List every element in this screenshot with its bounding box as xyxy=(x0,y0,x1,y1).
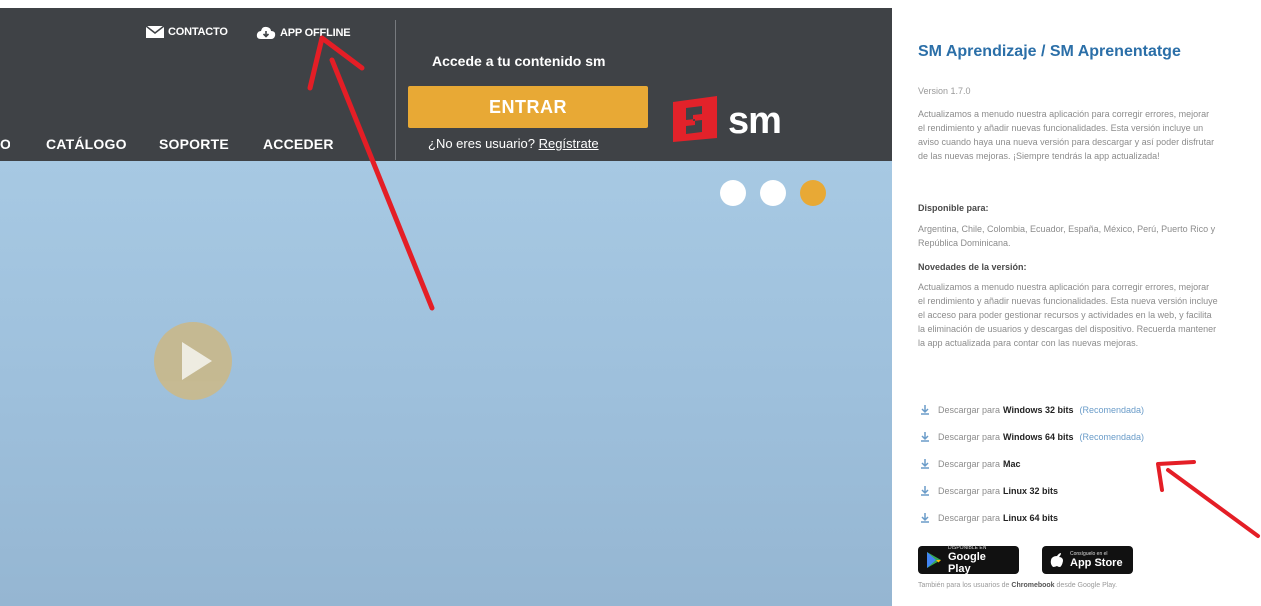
carousel-dot-3-active[interactable] xyxy=(800,180,826,206)
menu-item-acceder[interactable]: ACCEDER xyxy=(263,136,334,152)
contact-link[interactable]: CONTACTO xyxy=(146,26,228,38)
play-button[interactable] xyxy=(154,322,232,400)
app-offline-link[interactable]: APP OFFLINE xyxy=(256,26,351,40)
app-offline-label: APP OFFLINE xyxy=(280,27,351,39)
site-header: CONTACTO APP OFFLINE O CATÁLOGO SOPORTE … xyxy=(0,8,892,161)
play-icon xyxy=(182,342,212,380)
access-title: Accede a tu contenido sm xyxy=(432,53,606,69)
sm-logo-text: sm xyxy=(728,100,782,142)
envelope-icon xyxy=(146,26,164,38)
annotation-arrow-red-icon-2 xyxy=(1156,460,1260,538)
cloud-download-icon xyxy=(256,26,276,40)
enter-button[interactable]: ENTRAR xyxy=(408,86,648,128)
menu-item-cut[interactable]: O xyxy=(0,136,10,152)
contact-label: CONTACTO xyxy=(168,26,228,38)
register-prompt: ¿No eres usuario? Regístrate xyxy=(428,136,599,151)
sm-logo-icon xyxy=(670,94,720,149)
website-area: CONTACTO APP OFFLINE O CATÁLOGO SOPORTE … xyxy=(0,0,892,606)
sm-logo[interactable]: sm xyxy=(670,94,782,149)
carousel-dot-1[interactable] xyxy=(720,180,746,206)
hero-banner xyxy=(0,161,892,606)
header-divider xyxy=(395,20,396,160)
download-panel: SM Aprendizaje / SM Aprenentatge Version… xyxy=(906,0,1261,606)
carousel-dot-2[interactable] xyxy=(760,180,786,206)
menu-item-soporte[interactable]: SOPORTE xyxy=(159,136,229,152)
register-prefix: ¿No eres usuario? xyxy=(428,136,535,151)
menu-item-catalogo[interactable]: CATÁLOGO xyxy=(46,136,127,152)
register-link[interactable]: Regístrate xyxy=(539,136,599,151)
